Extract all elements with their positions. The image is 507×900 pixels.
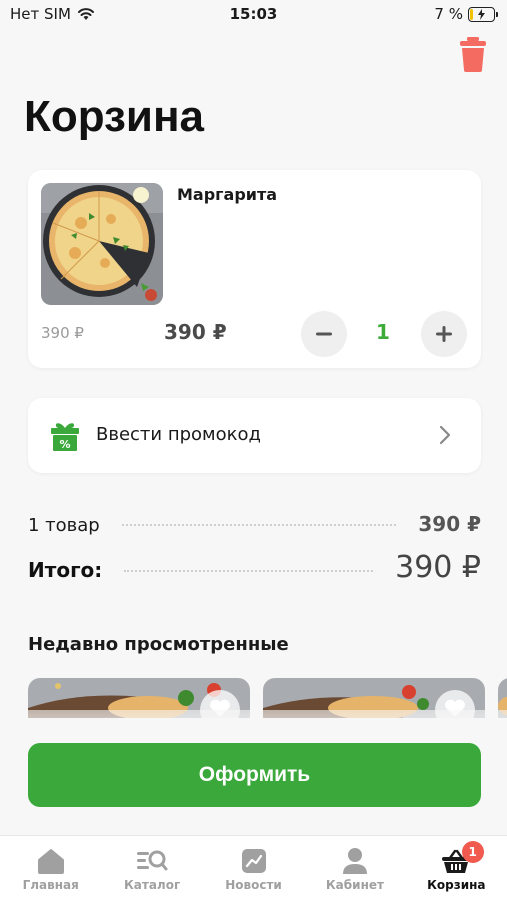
user-icon [342,848,367,874]
decrease-quantity-button[interactable] [301,311,347,357]
tab-label: Каталог [123,878,181,892]
tab-home[interactable]: Главная [0,836,101,900]
product-name[interactable]: Маргарита [177,185,277,204]
battery-indicator: 7 % [434,5,498,23]
items-summary-row: 1 товар 390 ₽ [28,512,481,536]
product-price: 390 ₽ [164,320,227,344]
gift-icon: % [51,423,79,451]
tab-label: Новости [225,878,282,892]
items-subtotal: 390 ₽ [418,512,481,536]
increase-quantity-button[interactable] [421,311,467,357]
promo-code-label: Ввести промокод [96,424,261,445]
product-image[interactable] [41,183,163,305]
checkout-button[interactable]: Оформить [28,743,481,807]
clear-cart-button[interactable] [458,36,488,74]
total-row: Итого: 390 ₽ [28,550,481,585]
dotted-leader [124,570,374,572]
recently-viewed-title: Недавно просмотренные [28,634,289,655]
cart-item-card: Маргарита 390 ₽ 390 ₽ 1 [28,170,481,368]
tab-label: Корзина [427,878,486,892]
old-price: 390 ₽ [41,324,84,342]
bottom-tab-bar: Главная Каталог Новости Кабинет Корзина … [0,835,507,900]
tab-news[interactable]: Новости [203,836,304,900]
trash-icon [460,37,486,72]
minus-icon [316,332,332,336]
catalog-search-icon [137,850,168,871]
cart-count-badge: 1 [461,841,484,863]
battery-icon [468,6,498,22]
dotted-leader [121,524,397,526]
tab-cart[interactable]: Корзина 1 [406,836,507,900]
quantity-value: 1 [376,320,390,344]
clock: 15:03 [229,5,278,23]
page-title: Корзина [24,92,204,141]
plus-icon [436,326,452,342]
chevron-right-icon [439,425,451,445]
promo-code-button[interactable]: % Ввести промокод [28,398,481,473]
svg-text:%: % [59,438,70,451]
tab-label: Кабинет [325,878,384,892]
tab-account[interactable]: Кабинет [304,836,405,900]
items-count-label: 1 товар [28,515,100,536]
news-chart-icon [241,849,266,873]
total-label: Итого: [28,558,103,582]
home-icon [37,849,64,874]
total-price: 390 ₽ [395,550,481,585]
status-bar: Нет SIM 15:03 7 % [0,0,507,30]
battery-percent: 7 % [434,5,463,23]
tab-catalog[interactable]: Каталог [101,836,202,900]
tab-label: Главная [22,878,79,892]
